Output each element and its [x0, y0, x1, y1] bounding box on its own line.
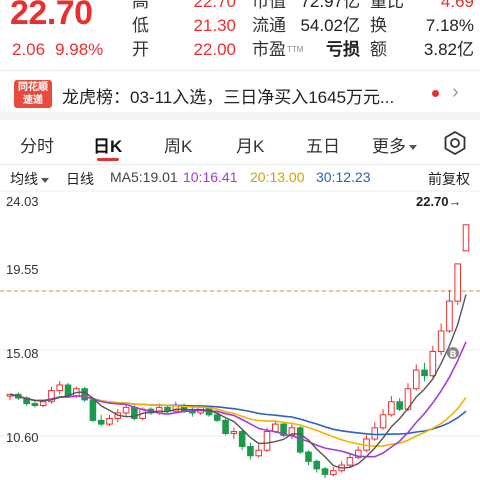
- candle-body: [321, 468, 329, 475]
- last-price-marker: 22.70→: [416, 194, 462, 209]
- y-tick-3: 15.08: [6, 346, 39, 361]
- market-cap-value: 72.97亿: [300, 0, 360, 11]
- candle-body: [421, 369, 428, 377]
- indicator-selector[interactable]: 均线: [10, 169, 49, 189]
- candle-body: [255, 449, 263, 457]
- quote-col-left: 高 22.70 低 21.30 开 22.00: [132, 0, 236, 62]
- pe-value: 亏损: [326, 40, 360, 59]
- volume-ratio-label: 量比: [370, 0, 404, 11]
- last-price: 22.70: [10, 0, 93, 32]
- kline-svg: B: [0, 190, 480, 479]
- tab-five-day[interactable]: 五日: [306, 132, 340, 157]
- low-label: 低: [132, 16, 149, 35]
- change-percent: 9.98%: [55, 40, 104, 59]
- chevron-down-icon: [409, 145, 417, 151]
- ma10-line: [9, 341, 467, 458]
- candle-body: [222, 419, 229, 434]
- buy-signal-letter: B: [450, 350, 457, 360]
- news-headline[interactable]: 龙虎榜：03-11入选，三日净买入1645万元...: [62, 83, 422, 108]
- volume-ratio-value: 4.69: [440, 0, 474, 11]
- candle-body: [263, 431, 271, 451]
- ma20-value: 20:13.00: [250, 169, 305, 185]
- candle-body: [412, 369, 420, 390]
- candle-body: [379, 414, 387, 429]
- period-tabs: 分时 日K 周K 月K 五日 更多: [0, 128, 480, 162]
- ma5-value: MA5:19.01: [110, 169, 178, 185]
- unread-dot: [432, 90, 439, 97]
- y-tick-4: 10.60: [6, 430, 39, 445]
- tab-intraday[interactable]: 分时: [20, 132, 54, 157]
- open-value: 22.00: [193, 40, 236, 59]
- stock-detail-screen: 22.70 2.06 9.98% 高 22.70 低 21.30 开 22.00 市值 7…: [0, 0, 480, 480]
- candle-body: [213, 414, 221, 421]
- high-label: 高: [132, 0, 149, 11]
- period-label: 日线: [66, 171, 94, 187]
- candle-body: [106, 418, 113, 425]
- tab-weekly-k[interactable]: 周K: [164, 132, 192, 157]
- chevron-down-icon: [41, 177, 49, 183]
- candle-body: [97, 419, 105, 425]
- candle-body: [305, 451, 312, 462]
- candle-body: [56, 384, 64, 392]
- ma30-value: 30:12.23: [316, 169, 371, 185]
- ths-express-logo: 同花顺 速递: [14, 80, 52, 108]
- candle-body: [89, 399, 97, 421]
- price-change: 2.06 9.98%: [12, 40, 113, 60]
- candle-body: [346, 457, 354, 466]
- candle-body: [429, 350, 437, 377]
- tab-daily-k[interactable]: 日K: [93, 132, 122, 157]
- candle-body: [396, 401, 403, 410]
- candle-body: [230, 431, 238, 434]
- candle-body: [313, 460, 321, 470]
- candle-body: [122, 406, 130, 414]
- float-cap-value: 54.02亿: [300, 16, 360, 35]
- low-value: 21.30: [193, 16, 236, 35]
- y-tick-2: 19.55: [6, 262, 39, 277]
- active-tab-indicator: [97, 158, 119, 161]
- ma10-value: 10:16.41: [183, 169, 238, 185]
- kline-chart[interactable]: B 24.03 19.55 15.08 10.60 22.70→: [0, 190, 480, 480]
- tab-more[interactable]: 更多: [372, 132, 417, 157]
- chevron-right-icon[interactable]: ›: [452, 81, 459, 104]
- adjust-mode-button[interactable]: 前复权: [428, 169, 470, 189]
- change-amount: 2.06: [12, 40, 46, 59]
- y-tick-max: 24.03: [6, 194, 39, 209]
- news-banner[interactable]: 同花顺 速递 龙虎榜：03-11入选，三日净买入1645万元... ›: [0, 70, 480, 120]
- candle-body: [39, 401, 47, 406]
- turnover-label: 换: [370, 16, 387, 35]
- candle-body: [437, 330, 445, 352]
- settings-icon[interactable]: [442, 130, 468, 156]
- candle-body: [371, 427, 379, 440]
- open-label: 开: [132, 40, 149, 59]
- candle-body: [272, 423, 279, 433]
- candle-body: [462, 224, 470, 252]
- candle-body: [446, 300, 453, 332]
- amount-label: 额: [370, 40, 387, 59]
- turnover-value: 7.18%: [425, 16, 474, 35]
- market-cap-label: 市值: [252, 0, 286, 11]
- candle-body: [238, 431, 246, 447]
- float-cap-label: 流通: [252, 16, 286, 35]
- quote-col-right: 量比 4.69 换 7.18% 额 3.82亿: [370, 0, 474, 62]
- candle-body: [388, 401, 395, 416]
- amount-value: 3.82亿: [423, 40, 474, 59]
- candle-body: [454, 263, 462, 302]
- quote-col-mid: 市值 72.97亿 流通 54.02亿 市盈TTM 亏损: [252, 0, 360, 62]
- high-value: 22.70: [193, 0, 236, 11]
- tab-monthly-k[interactable]: 月K: [236, 132, 264, 157]
- quote-header: 22.70 2.06 9.98% 高 22.70 低 21.30 开 22.00 市值 7…: [0, 0, 480, 70]
- pe-label: 市盈TTM: [252, 40, 304, 59]
- candle-body: [330, 470, 337, 475]
- ma-indicator-row: 均线 日线 MA5:19.01 10:16.41 20:13.00 30:12.…: [0, 164, 480, 190]
- candle-body: [247, 445, 254, 457]
- candle-body: [31, 403, 39, 406]
